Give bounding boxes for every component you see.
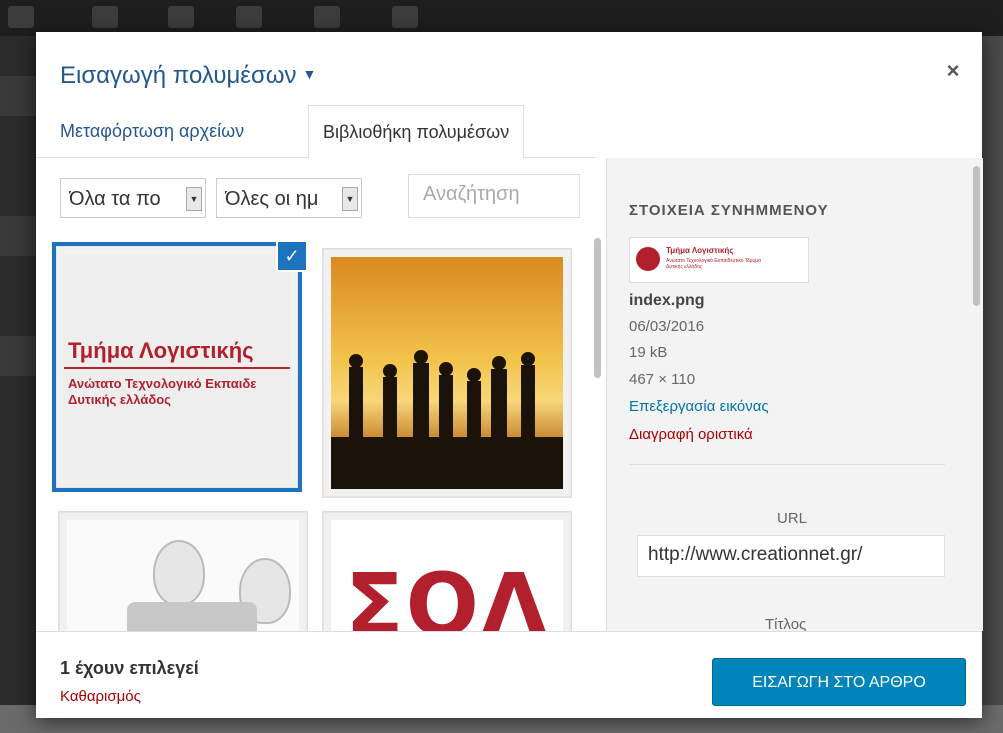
admin-toolbar (0, 0, 1003, 36)
admin-sidebar (0, 36, 36, 733)
media-modal: Εισαγωγή πολυμέσων ▼ × Μεταφόρτωση αρχείω… (36, 32, 983, 718)
details-divider (629, 464, 945, 465)
attachment-sunset[interactable] (322, 248, 572, 498)
media-tabs: Μεταφόρτωση αρχείων Βιβλιοθήκη πολυμέσων (36, 105, 982, 159)
logo-subtitle-line2: Δυτικής ελλάδος (68, 392, 171, 407)
modal-footer: 1 έχουν επιλεγεί Καθαρισμός ΕΙΣΑΓΩΓΗ ΣΤΟ… (36, 631, 982, 718)
search-input[interactable]: Αναζήτηση (408, 174, 580, 218)
insert-into-post-button[interactable]: ΕΙΣΑΓΩΓΗ ΣΤΟ ΑΡΘΡΟ (712, 658, 966, 706)
media-library-content: Όλα τα πο ▼ Όλες οι ημ ▼ Αναζήτηση Τμήμα… (36, 158, 606, 631)
date-filter[interactable]: Όλες οι ημ ▼ (216, 178, 362, 218)
home-icon (168, 6, 194, 28)
selection-count: 1 έχουν επιλεγεί (60, 658, 199, 678)
clear-selection-link[interactable]: Καθαρισμός (60, 688, 141, 705)
attachment-lightbulbs[interactable] (58, 511, 308, 631)
tab-upload-files[interactable]: Μεταφόρτωση αρχείων (60, 105, 244, 157)
gears-icon (127, 602, 257, 631)
details-thumb-subtitle-line2: Δυτικής ελλάδος (666, 264, 703, 270)
lightbulb-icon (153, 540, 205, 606)
comments-icon (314, 6, 340, 28)
edit-image-link[interactable]: Επεξεργασία εικόνας (629, 398, 769, 415)
new-content-icon (392, 6, 418, 28)
url-label: URL (777, 510, 808, 527)
library-scrollbar[interactable] (590, 238, 606, 631)
details-scrollbar-thumb[interactable] (973, 166, 980, 306)
wordpress-logo-icon (92, 6, 118, 28)
title-label: Τίτλος (765, 616, 807, 631)
attachment-logo[interactable]: Τμήμα Λογιστικής Ανώτατο Τεχνολογικό Εκπ… (52, 240, 308, 492)
date-filter-value: Όλες οι ημ (225, 188, 319, 210)
modal-title-text: Εισαγωγή πολυμέσων (60, 62, 297, 89)
tab-media-library[interactable]: Βιβλιοθήκη πολυμέσων (308, 105, 525, 159)
details-filename: index.png (629, 292, 705, 309)
details-thumbnail: Τμήμα Λογιστικής Ανώτατο Τεχνολογικό Εκπ… (629, 237, 809, 283)
attachment-thumbnail: Τμήμα Λογιστικής Ανώτατο Τεχνολογικό Εκπ… (64, 254, 290, 480)
details-dimensions: 467 × 110 (629, 371, 696, 388)
details-thumb-subtitle: Ανώτατο Τεχνολογικό Εκπαιδευτικό Ίδρυμα … (666, 258, 761, 270)
library-scrollbar-thumb[interactable] (594, 238, 601, 378)
close-button[interactable]: × (942, 60, 964, 82)
logo-title: Τμήμα Λογιστικής (68, 338, 254, 363)
details-file-size: 19 kB (629, 344, 668, 361)
attachment-sol-logo[interactable]: ΣΟΛ (322, 511, 572, 631)
updates-icon (236, 6, 262, 28)
logo-divider (64, 367, 290, 369)
details-thumb-title: Τμήμα Λογιστικής (666, 246, 734, 255)
details-date: 06/03/2016 (629, 318, 705, 335)
logo-subtitle: Ανώτατο Τεχνολογικό Εκπαιδε Δυτικής ελλά… (68, 376, 256, 408)
silhouettes-icon (331, 350, 563, 489)
selected-check-icon[interactable]: ✓ (276, 240, 308, 272)
sol-logo-image: ΣΟΛ (331, 520, 563, 631)
details-heading: ΣΤΟΙΧΕΙΑ ΣΥΝΗΜΜΕΝΟΥ (629, 202, 829, 219)
media-type-filter-value: Όλα τα πο (69, 188, 161, 210)
media-type-filter[interactable]: Όλα τα πο ▼ (60, 178, 206, 218)
caret-down-icon: ▼ (302, 66, 317, 82)
menu-icon (8, 6, 34, 28)
modal-title[interactable]: Εισαγωγή πολυμέσων ▼ (60, 62, 316, 90)
lightbulbs-gears-image (67, 520, 299, 631)
url-field[interactable]: http://www.creationnet.gr/ (637, 535, 945, 577)
delete-permanently-link[interactable]: Διαγραφή οριστικά (629, 426, 753, 443)
logo-emblem-icon (636, 247, 660, 271)
attachment-details: ΣΤΟΙΧΕΙΑ ΣΥΝΗΜΜΕΝΟΥ Τμήμα Λογιστικής Ανώ… (606, 158, 983, 631)
details-scrollbar[interactable] (971, 158, 983, 631)
sol-logo-text: ΣΟΛ (345, 556, 550, 631)
chevron-down-icon: ▼ (186, 187, 202, 211)
sunset-people-jumping-image (331, 257, 563, 489)
chevron-down-icon: ▼ (342, 187, 358, 211)
logo-subtitle-line1: Ανώτατο Τεχνολογικό Εκπαιδε (68, 376, 257, 391)
